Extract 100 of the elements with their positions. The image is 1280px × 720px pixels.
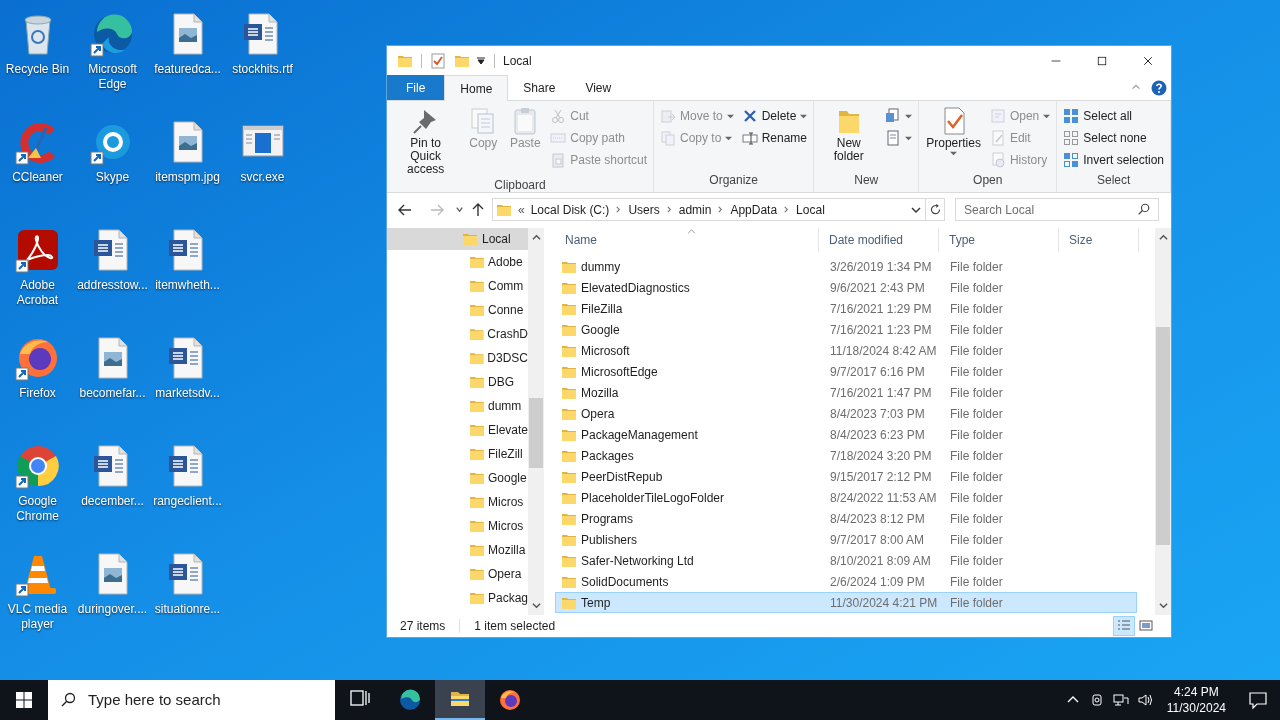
file-name: FileZilla (581, 300, 623, 318)
tree-item[interactable]: dumm (387, 394, 528, 418)
ribbon-tab[interactable]: File (387, 75, 445, 100)
clock[interactable]: 4:24 PM 11/30/2024 (1166, 684, 1226, 716)
desktop-icon-label[interactable]: marketsdv... (153, 386, 222, 401)
search-field[interactable]: Search Local (955, 198, 1159, 221)
desktop-icon-label[interactable]: rangeclient... (151, 494, 224, 509)
ribbon-button[interactable]: Properties (923, 105, 984, 157)
desktop-icon-label[interactable]: Skype (93, 170, 132, 185)
taskbar-app-button[interactable] (435, 680, 485, 720)
file-row[interactable]: dummy 3/26/2019 1:34 PM File folder (555, 256, 1137, 277)
chevron-right-icon[interactable] (665, 206, 673, 213)
ribbon-button[interactable]: Delete (739, 105, 810, 127)
desktop-icon-label[interactable]: CCleaner (10, 170, 65, 185)
tree-item[interactable]: Conne (387, 298, 528, 322)
breadcrumb[interactable]: Users (628, 200, 660, 219)
breadcrumb[interactable]: admin (678, 200, 712, 219)
refresh-icon[interactable] (928, 203, 942, 216)
desktop-icon-label[interactable]: Firefox (17, 386, 58, 401)
file-row[interactable]: Publishers 9/7/2017 8:00 AM File folder (555, 529, 1137, 550)
desktop-icon-label[interactable]: itemwheth... (153, 278, 222, 293)
notification-icon[interactable] (1248, 690, 1268, 710)
tree-item[interactable]: Opera (387, 562, 528, 586)
breadcrumb[interactable]: Local Disk (C:) (530, 200, 610, 219)
tree-item[interactable]: FileZill (387, 442, 528, 466)
tree-item[interactable]: Micros (387, 514, 528, 538)
column-header[interactable]: Size (1059, 228, 1139, 252)
file-row[interactable]: Safer-Networking Ltd 8/10/2021 8:09 AM File folder (555, 550, 1137, 571)
ribbon-button[interactable]: Select none (1061, 127, 1166, 149)
file-row[interactable]: PackageManagement 8/4/2023 6:23 PM File folder (555, 424, 1137, 445)
address-field[interactable]: « Local Disk (C:) Users admin AppData Local (492, 198, 926, 221)
desktop-icon-label[interactable]: becomefar... (77, 386, 148, 401)
file-row[interactable]: Packages 7/18/2024 3:20 PM File folder (555, 445, 1137, 466)
tree-item[interactable]: DBG (387, 370, 528, 394)
caret-icon[interactable] (455, 205, 464, 214)
ribbon-tab[interactable]: View (570, 75, 627, 100)
network-icon[interactable] (1112, 692, 1129, 708)
desktop-icon-label[interactable]: Recycle Bin (3, 62, 72, 77)
caret-icon[interactable] (476, 56, 486, 66)
desktop-icon-label[interactable]: Adobe Acrobat (0, 278, 75, 308)
chevron-right-icon[interactable] (717, 206, 725, 213)
file-row[interactable]: MicrosoftEdge 9/7/2017 6:16 PM File folder (555, 361, 1137, 382)
file-row[interactable]: FileZilla 7/16/2021 1:29 PM File folder (555, 298, 1137, 319)
ribbon-button[interactable]: Rename (739, 127, 810, 149)
tree-item[interactable]: Micros (387, 490, 528, 514)
file-row[interactable]: Temp 11/30/2024 4:21 PM File folder (555, 592, 1137, 613)
ribbon-button[interactable]: Select all (1061, 105, 1166, 127)
file-row[interactable]: Opera 8/4/2023 7:03 PM File folder (555, 403, 1137, 424)
ribbon-tab[interactable]: Home (444, 75, 509, 101)
ribbon-button[interactable]: Invert selection (1061, 149, 1166, 171)
up-arrow-icon[interactable] (470, 201, 486, 218)
scroll-down-icon[interactable] (1158, 601, 1168, 610)
file-row[interactable]: SolidDocuments 2/6/2024 1:09 PM File folder (555, 571, 1137, 592)
desktop-icon-label[interactable]: itemspm.jpg (153, 170, 222, 185)
chevron-right-icon[interactable] (783, 206, 791, 213)
scrollbar-thumb[interactable] (529, 398, 543, 468)
file-row[interactable]: PeerDistRepub 9/15/2017 2:12 PM File folder (555, 466, 1137, 487)
breadcrumb[interactable]: Local (796, 200, 825, 219)
overflow-chevron[interactable]: « (518, 200, 525, 219)
tree-item[interactable]: Mozilla (387, 538, 528, 562)
file-row[interactable]: PlaceholderTileLogoFolder 8/24/2022 11:53 AM File folder (555, 487, 1137, 508)
ribbon-button[interactable]: Pin to Quick access (391, 105, 461, 176)
tree-item[interactable]: Elevate (387, 418, 528, 442)
desktop-icon-label[interactable]: december... (79, 494, 146, 509)
file-row[interactable]: Google 7/16/2021 1:23 PM File folder (555, 319, 1137, 340)
file-row[interactable]: Mozilla 7/16/2021 1:47 PM File folder (555, 382, 1137, 403)
tree-item[interactable]: D3DSC (387, 346, 528, 370)
tree-item[interactable]: Local (387, 228, 528, 250)
taskbar-search-field[interactable]: Type here to search (48, 680, 335, 720)
tree-item[interactable]: Packag (387, 586, 528, 610)
column-header[interactable]: Name (555, 228, 819, 252)
tree-item[interactable]: Adobe (387, 250, 528, 274)
breadcrumb[interactable]: AppData (730, 200, 778, 219)
column-header[interactable]: Date modified (819, 228, 939, 252)
file-row[interactable]: Microsoft 11/18/2024 8:42 AM File folder (555, 340, 1137, 361)
file-row[interactable]: Programs 8/4/2023 8:12 PM File folder (555, 508, 1137, 529)
properties-icon[interactable] (430, 53, 446, 69)
desktop-icon-label[interactable]: Microsoft Edge (75, 62, 150, 92)
column-header[interactable]: Type (939, 228, 1059, 252)
tree-item[interactable]: Comm (387, 274, 528, 298)
desktop-icon-label[interactable]: svcr.exe (238, 170, 287, 185)
tree-item[interactable]: CrashD (387, 322, 528, 346)
file-row[interactable]: ElevatedDiagnostics 9/6/2021 2:43 PM File folder (555, 277, 1137, 298)
desktop-icon-label[interactable]: addresstow... (75, 278, 150, 293)
caret-icon (725, 134, 733, 142)
ribbon-tab[interactable]: Share (508, 75, 571, 100)
scroll-down-icon[interactable] (531, 601, 541, 610)
desktop-icon-label[interactable]: stockhits.rtf (230, 62, 295, 77)
help-icon[interactable] (1151, 80, 1167, 96)
desktop-icon-label[interactable]: featuredca... (152, 62, 223, 77)
scroll-up-icon[interactable] (1158, 233, 1168, 242)
view-toggle-button[interactable] (1113, 616, 1135, 636)
ribbon-button[interactable]: New folder (818, 105, 880, 163)
scrollbar-thumb[interactable] (1156, 327, 1170, 545)
volume-icon[interactable] (1136, 692, 1153, 708)
tree-item[interactable]: Google (387, 466, 528, 490)
desktop-icon-label[interactable]: VLC media player (0, 602, 75, 632)
chevron-right-icon[interactable] (615, 206, 623, 213)
desktop-icon-label[interactable]: Google Chrome (0, 494, 75, 524)
scroll-up-icon[interactable] (531, 233, 541, 242)
